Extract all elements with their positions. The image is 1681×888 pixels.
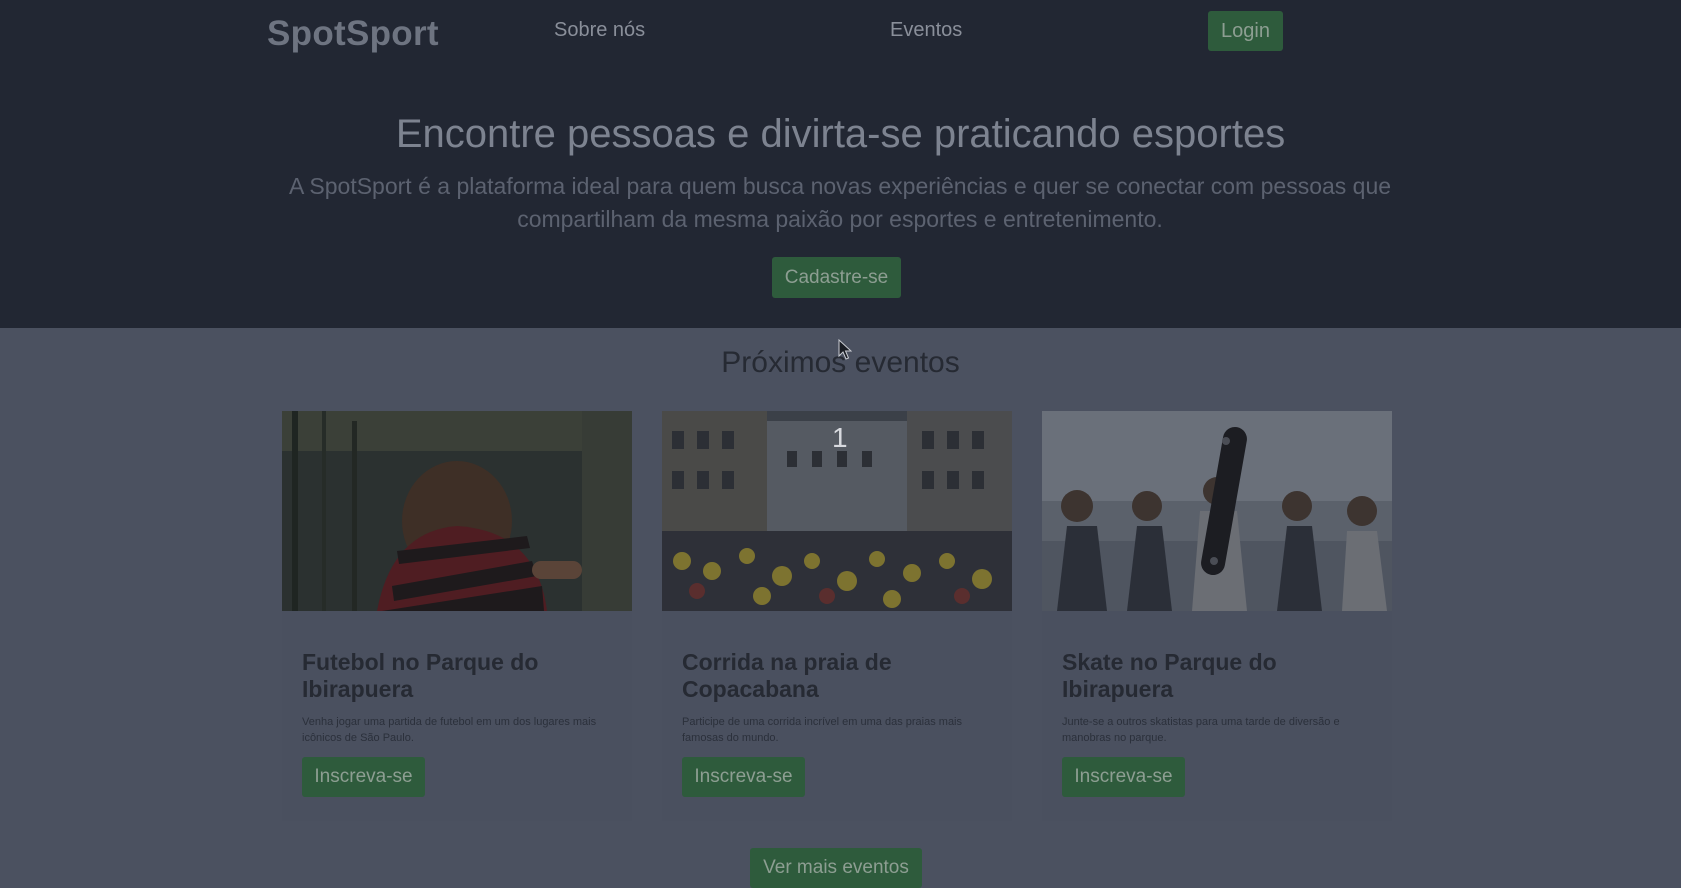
event-card-title: Futebol no Parque do Ibirapuera <box>302 649 539 702</box>
hero-section: SpotSport Sobre nós Eventos Login Encont… <box>0 0 1681 328</box>
signup-button[interactable]: Cadastre-se <box>772 257 901 298</box>
event-card-title: Corrida na praia de Copacabana <box>682 649 892 702</box>
hero-subtitle: A SpotSport é a plataforma ideal para qu… <box>288 173 1392 232</box>
event-card-description: Venha jogar uma partida de futebol em um… <box>302 716 597 744</box>
see-more-events-button[interactable]: Ver mais eventos <box>750 848 922 888</box>
slide-number: 1 <box>832 422 848 453</box>
event-image-skate <box>1042 411 1392 611</box>
event-card: Futebol no Parque do Ibirapuera Venha jo… <box>282 411 632 821</box>
event-card-description: Participe de uma corrida incrível em uma… <box>682 716 963 744</box>
event-card-description: Junte-se a outros skatistas para uma tar… <box>1062 716 1340 744</box>
hero-title: Encontre pessoas e divirta-se praticando… <box>395 112 1286 156</box>
nav-link-eventos[interactable]: Eventos <box>890 19 962 42</box>
event-signup-button[interactable]: Inscreva-se <box>302 757 425 797</box>
site-logo[interactable]: SpotSport <box>267 14 439 54</box>
nav-link-sobre-nos[interactable]: Sobre nós <box>554 19 645 42</box>
event-signup-button[interactable]: Inscreva-se <box>1062 757 1185 797</box>
mouse-cursor-icon <box>838 339 852 360</box>
event-card: Corrida na praia de Copacabana Participe… <box>662 411 1012 821</box>
login-button[interactable]: Login <box>1208 11 1283 51</box>
event-signup-button[interactable]: Inscreva-se <box>682 757 805 797</box>
event-image-football <box>282 411 632 611</box>
event-card-title: Skate no Parque do Ibirapuera <box>1062 649 1277 702</box>
event-card: Skate no Parque do Ibirapuera Junte-se a… <box>1042 411 1392 821</box>
